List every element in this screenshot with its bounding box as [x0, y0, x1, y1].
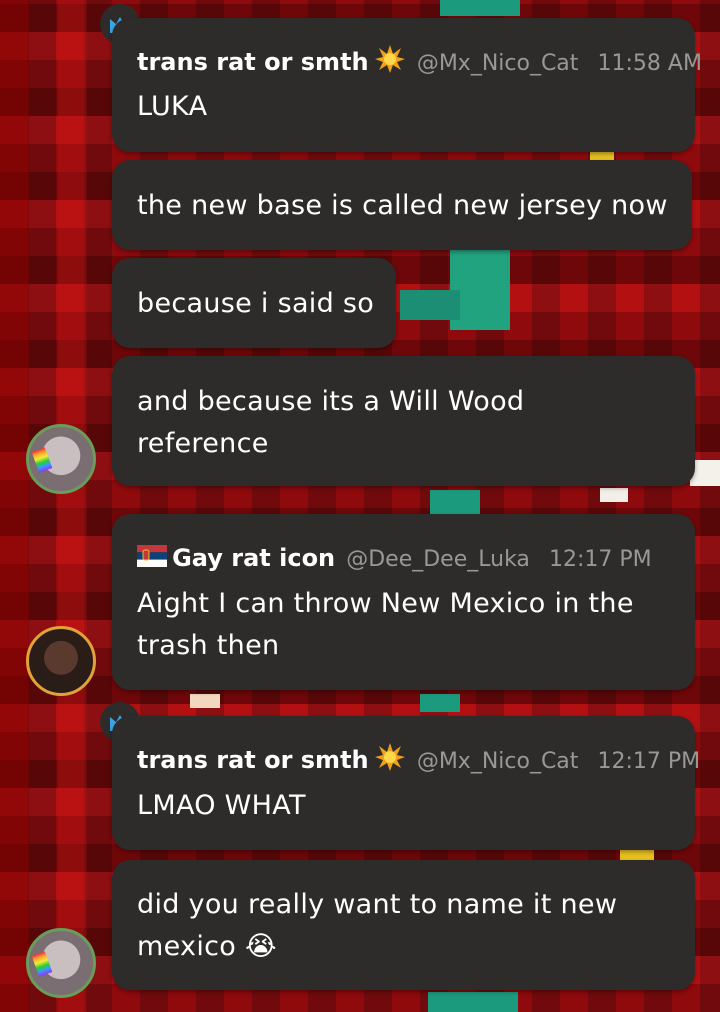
username[interactable]: trans rat or smth — [137, 746, 369, 774]
message-text: and because its a Will Wood — [137, 386, 525, 417]
user-handle[interactable]: @Mx_Nico_Cat — [417, 51, 579, 76]
message-bubble[interactable]: Gay rat icon @Dee_Dee_Luka 12:17 PM Aigh… — [112, 514, 695, 690]
background-pixel-art — [430, 490, 480, 514]
background-pixel-art — [440, 0, 520, 16]
pride-flag-icon — [31, 951, 53, 977]
message-text: Aight I can throw New Mexico in the — [137, 588, 634, 619]
avatar[interactable] — [26, 928, 96, 998]
message-text: mexico 😭 — [137, 931, 277, 962]
timestamp: 12:17 PM — [549, 547, 652, 572]
message-text: trash then — [137, 630, 280, 661]
username[interactable]: trans rat or smth — [137, 48, 369, 76]
message-bubble[interactable]: because i said so — [112, 258, 396, 348]
message-text: because i said so — [137, 288, 375, 319]
serbia-flag-icon — [137, 544, 167, 580]
timestamp: 12:17 PM — [597, 749, 701, 774]
message-bubble[interactable]: trans rat or smth @Mx_Nico_Cat 11:58 AM … — [112, 18, 702, 152]
message-bubble[interactable]: and because its a Will Wood reference — [112, 356, 695, 486]
message-text: did you really want to name it new — [137, 889, 618, 920]
avatar[interactable] — [26, 424, 96, 494]
timestamp: 11:58 AM — [597, 51, 702, 76]
message-bubble[interactable]: did you really want to name it new mexic… — [112, 860, 695, 990]
message-header: Gay rat icon @Dee_Dee_Luka 12:17 PM — [137, 540, 652, 576]
collision-icon — [374, 742, 406, 785]
message-text: the new base is called new jersey now — [137, 190, 668, 221]
message-bubble[interactable]: trans rat or smth @Mx_Nico_Cat 12:17 PM … — [112, 716, 700, 850]
message-header: trans rat or smth @Mx_Nico_Cat 11:58 AM — [137, 44, 702, 80]
user-handle[interactable]: @Dee_Dee_Luka — [346, 547, 530, 572]
collision-icon — [374, 44, 406, 87]
message-text: LMAO WHAT — [137, 790, 306, 821]
avatar[interactable] — [26, 626, 96, 696]
background-pixel-art — [420, 694, 460, 712]
username[interactable]: Gay rat icon — [172, 544, 335, 572]
pride-flag-icon — [31, 447, 53, 473]
message-text: reference — [137, 428, 269, 459]
background-pixel-art — [600, 488, 628, 502]
background-pixel-art — [428, 992, 518, 1012]
background-pixel-art — [190, 694, 220, 708]
user-handle[interactable]: @Mx_Nico_Cat — [417, 749, 579, 774]
background-pixel-art — [400, 290, 460, 320]
message-text: LUKA — [137, 91, 208, 122]
message-header: trans rat or smth @Mx_Nico_Cat 12:17 PM — [137, 742, 700, 778]
message-bubble[interactable]: the new base is called new jersey now — [112, 160, 692, 250]
